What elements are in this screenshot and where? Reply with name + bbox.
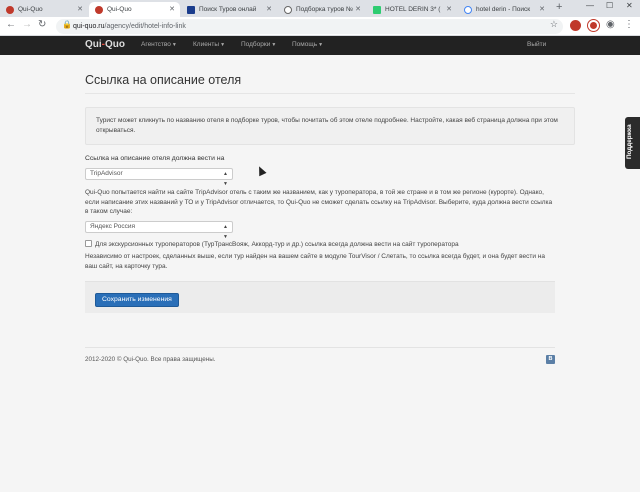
tab-label: Qui-Quo: [107, 6, 132, 13]
tripadvisor-favicon-icon: [373, 6, 381, 14]
bookmark-star-icon[interactable]: ☆: [550, 19, 558, 30]
tab-label: hotel derin - Поиск: [476, 6, 531, 13]
site-logo[interactable]: Qui-Quo: [85, 39, 125, 50]
select-arrow-icon: ▲ ▼: [223, 171, 228, 187]
excursion-operator-checkbox[interactable]: [85, 240, 92, 247]
browser-address-bar: ← → ↻ 🔒 qui-quo.ru/agency/edit/hotel-inf…: [0, 17, 640, 36]
google-favicon-icon: [464, 6, 472, 14]
support-tab[interactable]: Поддержка: [625, 117, 640, 169]
support-label: Поддержка: [626, 124, 633, 159]
caret-down-icon: ▼: [220, 42, 226, 48]
divider: [85, 93, 575, 94]
logout-link[interactable]: Выйти: [527, 41, 546, 48]
browser-tab-6[interactable]: hotel derin - Поиск ✕: [458, 2, 550, 17]
close-icon[interactable]: ✕: [446, 2, 452, 17]
nav-agency[interactable]: Агентство▼: [141, 41, 177, 48]
browser-tab-3[interactable]: Поиск Туров онлай ✕: [181, 2, 277, 17]
close-icon[interactable]: ✕: [266, 2, 272, 17]
browser-tab-4[interactable]: Подборка туров № ✕: [278, 2, 366, 17]
intro-panel: Турист может кликнуть по названию отеля …: [85, 107, 575, 145]
browser-tab-5[interactable]: HOTEL DERIN 3* ( ✕: [367, 2, 457, 17]
close-icon[interactable]: ✕: [539, 2, 545, 17]
profile-icon[interactable]: ◉: [606, 19, 615, 30]
browser-tab-1[interactable]: Qui-Quo ✕: [0, 2, 88, 17]
tab-label: Qui-Quo: [18, 6, 43, 13]
qui-quo-extension-icon[interactable]: [570, 20, 581, 31]
globe-favicon-icon: [284, 6, 292, 14]
form-actions: Сохранить изменения: [85, 281, 555, 313]
mouse-cursor-icon: [255, 164, 267, 177]
link-target-select[interactable]: TripAdvisor ▲ ▼: [85, 168, 233, 187]
minimize-icon[interactable]: —: [586, 1, 594, 10]
caret-down-icon: ▼: [318, 42, 324, 48]
excursion-operator-option[interactable]: Для экскурсионных туроператоров (ТурТран…: [85, 240, 459, 248]
vk-icon[interactable]: В: [546, 355, 555, 364]
qui-quo-favicon-icon: [95, 6, 103, 14]
close-window-icon[interactable]: ✕: [626, 1, 633, 10]
explanation-text: Qui-Quo попытается найти на сайте TripAd…: [85, 189, 553, 215]
link-target-label: Ссылка на описание отеля должна вести на: [85, 155, 225, 162]
menu-dots-icon[interactable]: ⋮: [624, 19, 634, 30]
caret-down-icon: ▼: [271, 42, 277, 48]
browser-tab-2[interactable]: Qui-Quo ✕: [89, 2, 180, 17]
page-title: Ссылка на описание отеля: [85, 73, 242, 87]
close-icon[interactable]: ✕: [77, 2, 83, 17]
reload-icon[interactable]: ↻: [38, 19, 46, 30]
nav-selections[interactable]: Подборки▼: [241, 41, 276, 48]
url-text: qui-quo.ru/agency/edit/hotel-info-link: [73, 23, 186, 30]
qui-quo-favicon-icon: [6, 6, 14, 14]
back-icon[interactable]: ←: [6, 19, 16, 30]
tourvisor-note: Независимо от настроек, сделанных выше, …: [85, 253, 545, 270]
browser-tab-bar: Qui-Quo ✕ Qui-Quo ✕ Поиск Туров онлай ✕ …: [0, 0, 640, 17]
forward-icon[interactable]: →: [22, 19, 32, 30]
maximize-icon[interactable]: ☐: [606, 1, 613, 10]
footer-divider: [85, 347, 555, 348]
fallback-link-select[interactable]: Яндекс Россия ▲ ▼: [85, 221, 233, 240]
close-icon[interactable]: ✕: [169, 2, 175, 17]
site-navbar: Qui-Quo Агентство▼ Клиенты▼ Подборки▼ По…: [0, 36, 640, 55]
close-icon[interactable]: ✕: [355, 2, 361, 17]
tab-label: HOTEL DERIN 3* (: [385, 6, 441, 13]
nav-help[interactable]: Помощь▼: [292, 41, 323, 48]
extension-icon[interactable]: [588, 20, 599, 31]
select-arrow-icon: ▲ ▼: [223, 224, 228, 240]
plane-favicon-icon: [187, 6, 195, 14]
caret-down-icon: ▼: [171, 42, 177, 48]
save-button[interactable]: Сохранить изменения: [95, 293, 179, 307]
lock-icon: 🔒: [62, 20, 72, 29]
tab-label: Подборка туров №: [296, 6, 353, 13]
tab-label: Поиск Туров онлай: [199, 6, 257, 13]
new-tab-icon[interactable]: +: [556, 1, 562, 13]
nav-clients[interactable]: Клиенты▼: [193, 41, 225, 48]
url-input[interactable]: 🔒 qui-quo.ru/agency/edit/hotel-info-link…: [56, 19, 563, 34]
footer-copyright: 2012-2020 © Qui-Quo. Все права защищены.: [85, 356, 216, 363]
